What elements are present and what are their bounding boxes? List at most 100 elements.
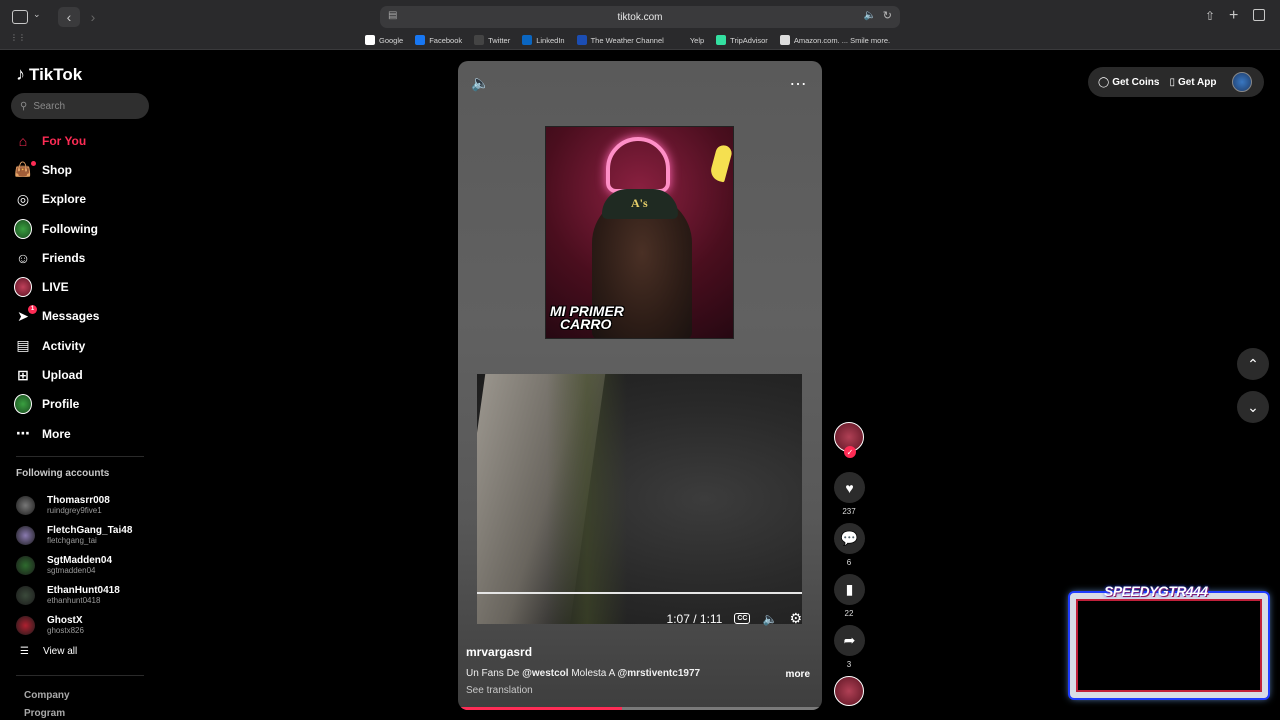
nav-item-live[interactable]: LIVE xyxy=(14,272,99,301)
see-translation-link[interactable]: See translation xyxy=(466,685,533,696)
search-input[interactable] xyxy=(33,100,134,112)
get-coins-button[interactable]: ◯ Get Coins xyxy=(1098,77,1159,88)
sidebar-toggle-icon[interactable] xyxy=(12,10,28,24)
list-icon: ☰ xyxy=(20,646,29,657)
stream-overlay: SPEEDYGTR444 xyxy=(1064,583,1274,703)
search-box[interactable]: ⚲ xyxy=(11,93,149,119)
shopping-bag-icon: 👜 xyxy=(14,161,32,178)
favicon-icon xyxy=(365,35,375,45)
comment-icon: 💬 xyxy=(840,530,859,546)
previous-video-button[interactable]: ⌃ xyxy=(1237,348,1269,380)
like-button[interactable]: ♥ xyxy=(834,472,865,503)
bookmark-item[interactable]: Amazon.com. ... Smile more. xyxy=(779,35,890,45)
notification-badge: 1 xyxy=(28,304,37,314)
nav-item-more[interactable]: ⋯ More xyxy=(14,419,99,448)
footer-link-program[interactable]: Program xyxy=(24,708,65,719)
favicon-icon xyxy=(779,35,790,45)
bookmark-item[interactable]: The Weather Channel xyxy=(576,35,664,45)
top-right-actions: ◯ Get Coins ▯ Get App xyxy=(1088,67,1264,97)
chevron-down-icon[interactable]: ⌄ xyxy=(33,9,41,20)
back-button[interactable]: ‹ xyxy=(58,7,80,27)
overlay-frame xyxy=(1070,593,1268,698)
share-count: 3 xyxy=(846,660,852,669)
following-account[interactable]: Thomasrr008 ruindgrey9five1 xyxy=(16,490,132,520)
divider xyxy=(16,675,144,676)
more-options-icon[interactable]: … xyxy=(789,69,808,90)
video-author[interactable]: mrvargasrd xyxy=(466,645,532,659)
volume-icon[interactable]: 🔈 xyxy=(762,612,777,626)
following-account[interactable]: EthanHunt0418 ethanhunt0418 xyxy=(16,580,132,610)
reload-icon[interactable]: ↻ xyxy=(883,9,892,22)
share-icon[interactable]: ⇧ xyxy=(1205,9,1215,23)
mention-link[interactable]: @westcol xyxy=(522,668,568,679)
bookmark-item[interactable]: Yelp xyxy=(675,35,704,45)
nav-item-messages[interactable]: ➤ 1 Messages xyxy=(14,302,99,331)
chevron-up-icon: ⌃ xyxy=(1247,355,1259,372)
bookmark-item[interactable]: Facebook xyxy=(415,35,462,45)
comment-count: 6 xyxy=(846,558,852,567)
footer-link-company[interactable]: Company xyxy=(24,690,70,701)
coin-icon: ◯ xyxy=(1098,76,1110,88)
video-clip xyxy=(477,374,802,624)
bookmark-item[interactable]: Google xyxy=(365,35,403,45)
mention-link[interactable]: @mrstiventc1977 xyxy=(618,668,701,679)
nav-item-profile[interactable]: Profile xyxy=(14,390,99,419)
settings-icon[interactable]: ⚙ xyxy=(789,610,802,627)
get-app-button[interactable]: ▯ Get App xyxy=(1169,77,1216,88)
following-account[interactable]: SgtMadden04 sgtmadden04 xyxy=(16,550,132,580)
new-dot xyxy=(31,161,36,167)
nav-item-upload[interactable]: ⊞ Upload xyxy=(14,360,99,389)
favicon-icon xyxy=(415,35,426,45)
audio-playing-icon[interactable]: 🔈 xyxy=(864,10,876,21)
following-account[interactable]: GhostX ghostx826 xyxy=(16,610,132,640)
video-player[interactable]: 🔈 … A's MI PRIMER CARRO 1:07 / 1:11 CC 🔈… xyxy=(458,61,822,710)
page-settings-icon[interactable]: ▤ xyxy=(388,10,397,21)
follow-plus-icon[interactable]: ✓ xyxy=(844,446,856,458)
sound-avatar[interactable] xyxy=(834,676,864,706)
nav-item-activity[interactable]: ▤ Activity xyxy=(14,331,99,360)
tab-overview-icon[interactable]: ⋮⋮ xyxy=(10,33,26,42)
nav-item-explore[interactable]: ◎ Explore xyxy=(14,185,99,214)
main-nav: ⌂ For You 👜 Shop ◎ Explore Following ☺ Friends LI… xyxy=(14,126,99,448)
divider xyxy=(16,456,144,457)
favicon-icon xyxy=(474,35,485,45)
video-scrubber[interactable] xyxy=(477,592,802,594)
share-button[interactable]: ➦ xyxy=(834,625,865,656)
heart-icon: ♥ xyxy=(845,479,854,496)
more-button[interactable]: more xyxy=(786,669,810,680)
nav-item-for-you[interactable]: ⌂ For You xyxy=(14,126,99,155)
share-arrow-icon: ➦ xyxy=(843,632,856,648)
bookmark-icon: ▮ xyxy=(845,581,854,597)
favicon-icon xyxy=(675,35,686,45)
nav-item-following[interactable]: Following xyxy=(14,214,99,243)
creator-avatar[interactable]: ✓ xyxy=(834,422,864,458)
tabs-icon[interactable] xyxy=(1253,9,1265,21)
address-bar[interactable]: ▤ tiktok.com 🔈 ↻ xyxy=(380,6,900,28)
profile-avatar[interactable] xyxy=(1232,72,1253,92)
tiktok-logo[interactable]: ♪ TikTok xyxy=(16,64,82,85)
bookmark-item[interactable]: TripAdvisor xyxy=(716,35,768,45)
video-progress-bar[interactable] xyxy=(458,707,822,710)
new-tab-icon[interactable]: + xyxy=(1229,7,1238,25)
bookmark-item[interactable]: Twitter xyxy=(474,35,510,45)
comment-button[interactable]: 💬 xyxy=(834,523,865,554)
video-inset-frame: A's MI PRIMER CARRO xyxy=(545,126,734,339)
save-button[interactable]: ▮ xyxy=(834,574,865,605)
chevron-down-icon: ⌄ xyxy=(1247,398,1259,415)
next-video-button[interactable]: ⌄ xyxy=(1237,391,1269,423)
avatar xyxy=(16,615,35,635)
search-icon: ⚲ xyxy=(20,100,28,112)
view-all-link[interactable]: ☰ View all xyxy=(20,646,77,657)
captions-button[interactable]: CC xyxy=(734,613,751,624)
following-account[interactable]: FletchGang_Tai48 fletchgang_tai xyxy=(16,520,132,550)
bookmarks-bar: Google Facebook Twitter LinkedIn The Weather… xyxy=(365,33,890,47)
nav-item-friends[interactable]: ☺ Friends xyxy=(14,243,99,272)
volume-icon[interactable]: 🔈 xyxy=(471,74,490,92)
sidebar: ♪ TikTok ⚲ ⌂For You👜Shop◎ExploreFollowin… xyxy=(0,50,160,720)
forward-button[interactable]: › xyxy=(82,7,104,27)
bookmark-item[interactable]: LinkedIn xyxy=(522,35,565,45)
neon-sign xyxy=(606,137,670,193)
nav-item-shop[interactable]: 👜 Shop xyxy=(14,155,99,184)
following-accounts-title: Following accounts xyxy=(16,468,110,479)
live-icon xyxy=(14,277,32,298)
